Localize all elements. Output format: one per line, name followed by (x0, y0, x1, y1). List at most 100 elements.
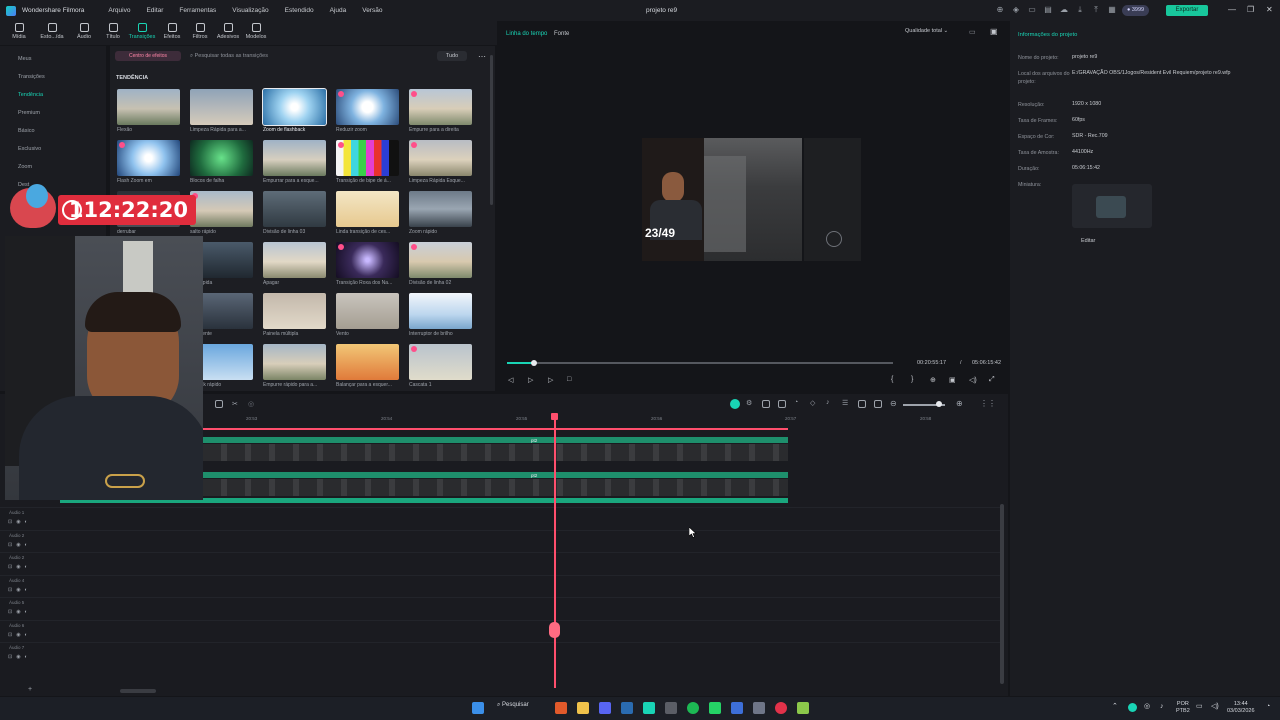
transition-thumbnail[interactable] (190, 191, 253, 227)
layout-icon[interactable]: ▤ (1043, 5, 1053, 15)
transition-thumbnail[interactable] (190, 89, 253, 125)
windows-start-icon[interactable] (472, 702, 484, 714)
render-icon[interactable]: ⚙ (746, 399, 752, 407)
menu-visualizacao[interactable]: Visualização (224, 7, 276, 14)
whatsapp-icon[interactable] (709, 702, 721, 714)
video-clip[interactable] (203, 479, 788, 496)
transition-thumbnail[interactable] (336, 344, 399, 380)
track-controls[interactable]: ⊡◉◐ (8, 609, 32, 615)
zoom-knob[interactable] (936, 401, 942, 407)
transition-thumbnail[interactable] (190, 140, 253, 176)
screen-icon[interactable] (778, 400, 786, 408)
grid-icon[interactable]: ▦ (1107, 5, 1117, 15)
tab-source[interactable]: Fonte (554, 31, 569, 37)
app-icon[interactable] (731, 702, 743, 714)
brave-icon[interactable] (555, 702, 567, 714)
thumbnail-preview[interactable] (1072, 184, 1152, 228)
edit-thumbnail-button[interactable]: Editar (1081, 238, 1095, 244)
zoom-preview-icon[interactable]: ⊕ (930, 376, 936, 384)
search-input[interactable]: ⌕ Pesquisar todas as transições (190, 53, 268, 60)
transition-thumbnail[interactable] (263, 191, 326, 227)
track-controls[interactable]: ⊡◉◐ (8, 632, 32, 638)
speaker-icon[interactable]: ◁) (1211, 703, 1219, 710)
tool-templates[interactable]: Modelos (242, 23, 270, 40)
zoom-in-icon[interactable]: ⊕ (956, 399, 963, 408)
tool-effects[interactable]: Efeitos (158, 23, 186, 40)
monitor-icon[interactable]: ▭ (1027, 5, 1037, 15)
network-icon[interactable]: ▭ (1196, 703, 1203, 710)
stop-icon[interactable]: □ (567, 376, 571, 383)
menu-ajuda[interactable]: Ajuda (322, 7, 355, 14)
track-controls[interactable]: ⊡◉◐ (8, 542, 32, 548)
tray-headset-icon[interactable]: ◎ (1144, 703, 1150, 710)
audio-track[interactable]: Áudio 6 ⊡◉◐ (0, 620, 1000, 642)
more-icon[interactable]: ⋯ (478, 52, 486, 61)
playhead[interactable] (554, 416, 556, 688)
minimize-icon[interactable]: — (1228, 5, 1236, 14)
audio-track[interactable]: Áudio 1 ⊡◉◐ (0, 507, 1000, 529)
upload-icon[interactable]: ⤒ (1091, 5, 1101, 15)
transition-thumbnail[interactable] (262, 88, 327, 126)
app-icon[interactable] (775, 702, 787, 714)
steam-icon[interactable] (621, 702, 633, 714)
tool-title[interactable]: Título (99, 23, 127, 40)
mark-out-icon[interactable]: } (911, 376, 913, 383)
preview-video[interactable]: 23/49 (642, 138, 802, 261)
play-icon[interactable]: ▷ (548, 376, 553, 384)
shield-icon[interactable]: ◇ (810, 399, 815, 407)
volume-icon[interactable]: ◁) (969, 376, 977, 384)
crop-icon[interactable] (215, 400, 223, 408)
filter-dropdown[interactable]: Tudo (437, 51, 467, 61)
mixer-icon[interactable]: ☰ (842, 399, 848, 407)
tray-chevron-icon[interactable]: ⌃ (1112, 703, 1118, 710)
clip-header[interactable] (203, 472, 788, 478)
spotify-icon[interactable] (687, 702, 699, 714)
gift-icon[interactable]: ⊕ (995, 5, 1005, 15)
menu-arquivo[interactable]: Arquivo (100, 7, 138, 14)
menu-editar[interactable]: Editar (138, 7, 171, 14)
audio-track[interactable]: Áudio 2 ⊡◉◐ (0, 552, 1000, 574)
transition-thumbnail[interactable] (263, 293, 326, 329)
pip-icon[interactable] (858, 400, 866, 408)
fullscreen-icon[interactable]: ⤢ (989, 376, 995, 384)
effects-center-button[interactable]: Centro de efeitos (115, 51, 181, 61)
audio-track[interactable]: Áudio 7 ⊡◉◐ (0, 642, 1000, 664)
zoom-out-icon[interactable]: ⊖ (890, 399, 897, 408)
transition-thumbnail[interactable] (336, 242, 399, 278)
speed-icon[interactable]: ◎ (248, 400, 254, 408)
app-icon[interactable] (753, 702, 765, 714)
snapshot-icon[interactable]: ▣ (990, 27, 998, 36)
tab-timeline[interactable]: Linha do tempo (506, 31, 547, 37)
transition-thumbnail[interactable] (263, 344, 326, 380)
transition-thumbnail[interactable] (409, 242, 472, 278)
track-controls[interactable]: ⊡◉◐ (8, 519, 32, 525)
tool-stickers[interactable]: Adesivos (214, 23, 242, 40)
preview-progress[interactable] (507, 362, 893, 364)
transition-thumbnail[interactable] (409, 191, 472, 227)
transition-thumbnail[interactable] (117, 140, 180, 176)
split-icon[interactable]: ✂ (232, 400, 238, 408)
play-reverse-icon[interactable]: ▷ (528, 376, 533, 384)
tool-transitions[interactable]: Transições (128, 23, 156, 40)
transition-thumbnail[interactable] (336, 140, 399, 176)
timeline-hscrollbar[interactable] (120, 689, 156, 693)
credits-badge[interactable]: ● 3999 (1122, 5, 1150, 16)
tool-stock[interactable]: Esto...ída (38, 23, 66, 40)
audio-track[interactable]: Áudio 5 ⊡◉◐ (0, 597, 1000, 619)
add-track-icon[interactable]: + (28, 686, 32, 693)
transition-thumbnail[interactable] (336, 89, 399, 125)
tool-media[interactable]: Mídia (5, 23, 33, 40)
playhead-marker[interactable] (549, 622, 560, 638)
transition-thumbnail[interactable] (117, 89, 180, 125)
menu-ferramentas[interactable]: Ferramentas (171, 7, 224, 14)
clip-header[interactable] (203, 437, 788, 443)
download-icon[interactable]: ⤓ (1075, 5, 1085, 15)
video-clip[interactable] (203, 444, 788, 461)
filmora-icon[interactable] (643, 702, 655, 714)
bell-icon[interactable]: ◈ (1011, 5, 1021, 15)
transition-thumbnail[interactable] (409, 293, 472, 329)
compare-icon[interactable]: ▭ (969, 28, 976, 36)
transition-thumbnail[interactable] (409, 140, 472, 176)
tray-mic-icon[interactable]: ♪ (1160, 703, 1164, 710)
tool-audio[interactable]: Áudio (70, 23, 98, 40)
